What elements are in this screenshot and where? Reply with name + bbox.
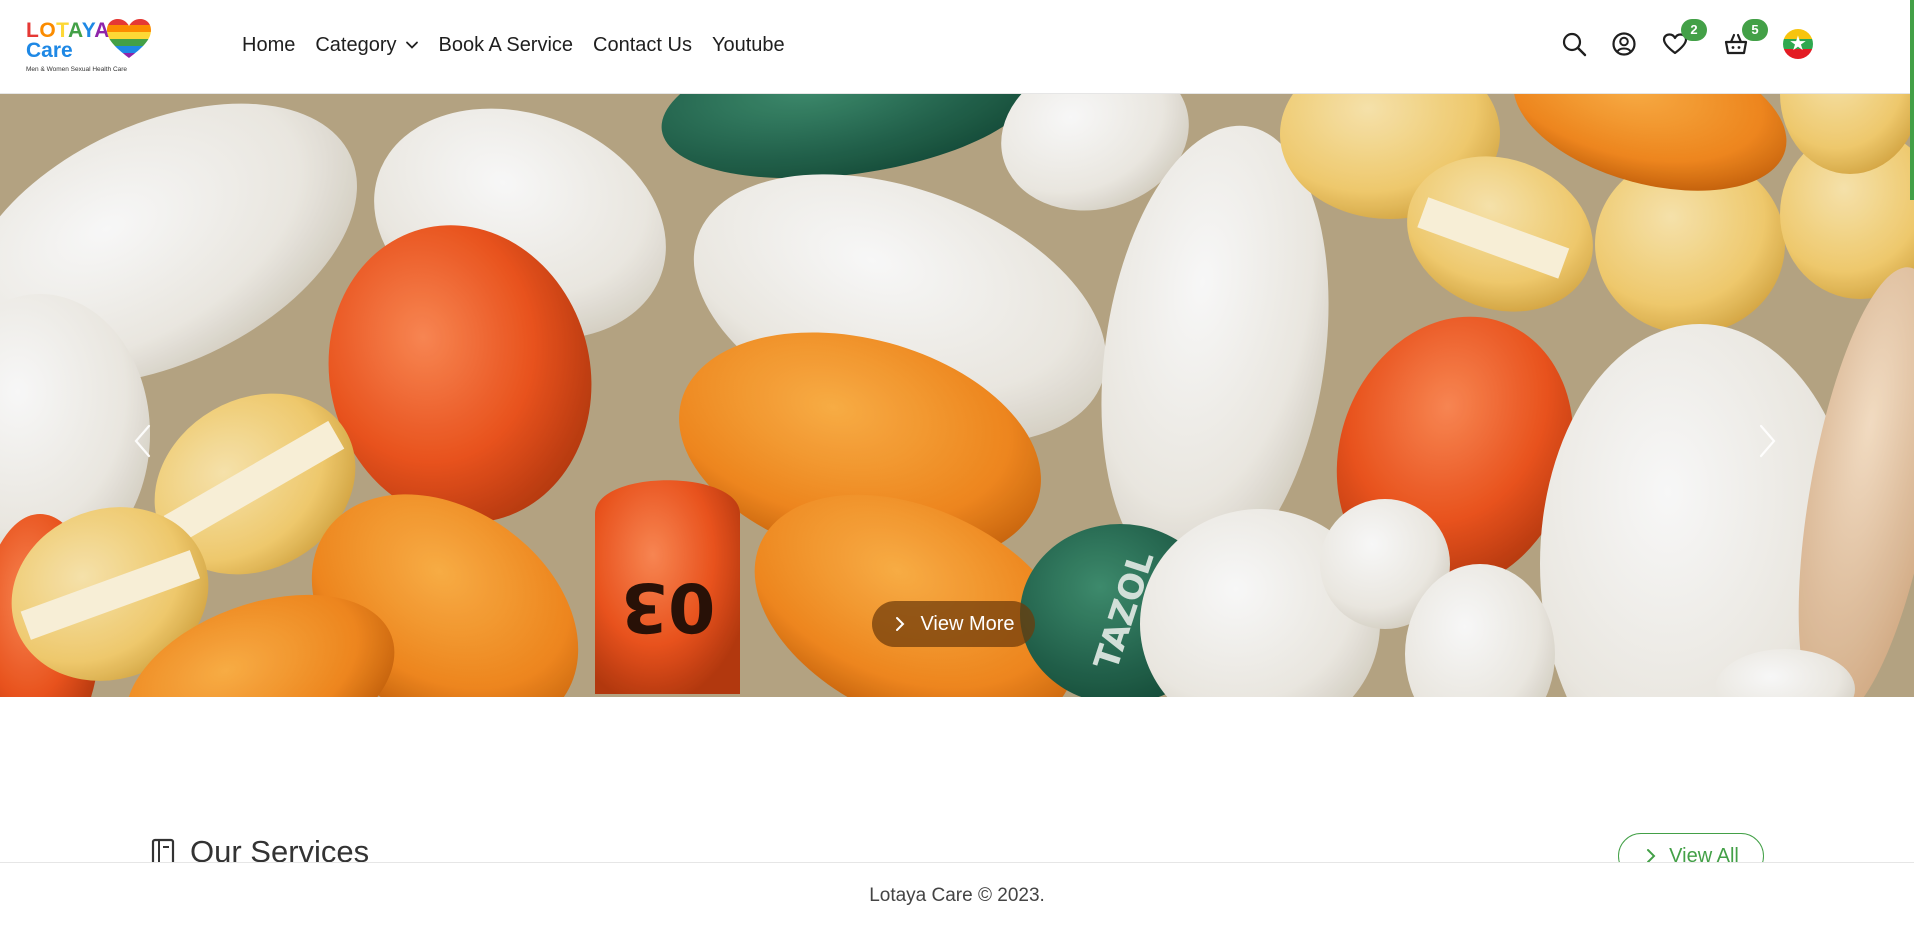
wishlist-button[interactable]: 2	[1657, 19, 1707, 62]
logo-tagline: Men & Women Sexual Health Care	[26, 66, 128, 73]
nav-category[interactable]: Category	[315, 34, 418, 57]
view-more-button[interactable]: View More	[872, 601, 1035, 647]
account-button[interactable]	[1606, 26, 1642, 62]
search-button[interactable]	[1556, 26, 1592, 62]
chevron-right-icon	[1759, 424, 1776, 458]
rainbow-heart-icon	[107, 19, 151, 58]
nav-contact-label: Contact Us	[593, 33, 692, 56]
footer-copyright: Lotaya Care © 2023.	[869, 885, 1045, 906]
main-nav: Home Category Book A Service Contact Us …	[242, 30, 805, 60]
site-header: LOTAYA Care Men & Women Sexual Health Ca…	[0, 0, 1914, 94]
chevron-right-icon	[896, 617, 905, 631]
nav-home-label: Home	[242, 33, 296, 56]
search-icon	[1562, 32, 1587, 57]
nav-book-a-service[interactable]: Book A Service	[439, 34, 574, 57]
cart-button[interactable]: 5	[1718, 19, 1768, 62]
chevron-down-icon	[405, 41, 418, 49]
cart-count-badge: 5	[1742, 19, 1768, 41]
carousel-next-button[interactable]	[1748, 416, 1788, 466]
nav-contact-us[interactable]: Contact Us	[593, 34, 692, 57]
scrollbar[interactable]	[1910, 0, 1914, 200]
logo-care-word: Care	[26, 39, 73, 62]
myanmar-flag-icon[interactable]: ★	[1783, 29, 1813, 59]
logo[interactable]: LOTAYA Care Men & Women Sexual Health Ca…	[26, 18, 156, 76]
wishlist-count-badge: 2	[1681, 19, 1707, 41]
nav-book-label: Book A Service	[438, 33, 574, 56]
footer: Lotaya Care © 2023.	[0, 862, 1914, 933]
flag-star-icon: ★	[1789, 33, 1807, 55]
view-more-label: View More	[920, 612, 1015, 635]
nav-youtube-label: Youtube	[711, 33, 785, 56]
chevron-left-icon	[134, 424, 151, 458]
user-icon	[1612, 32, 1636, 56]
nav-home[interactable]: Home	[242, 34, 295, 57]
nav-youtube[interactable]: Youtube	[712, 34, 785, 57]
nav-category-label: Category	[315, 33, 397, 56]
carousel-prev-button[interactable]	[122, 416, 162, 466]
